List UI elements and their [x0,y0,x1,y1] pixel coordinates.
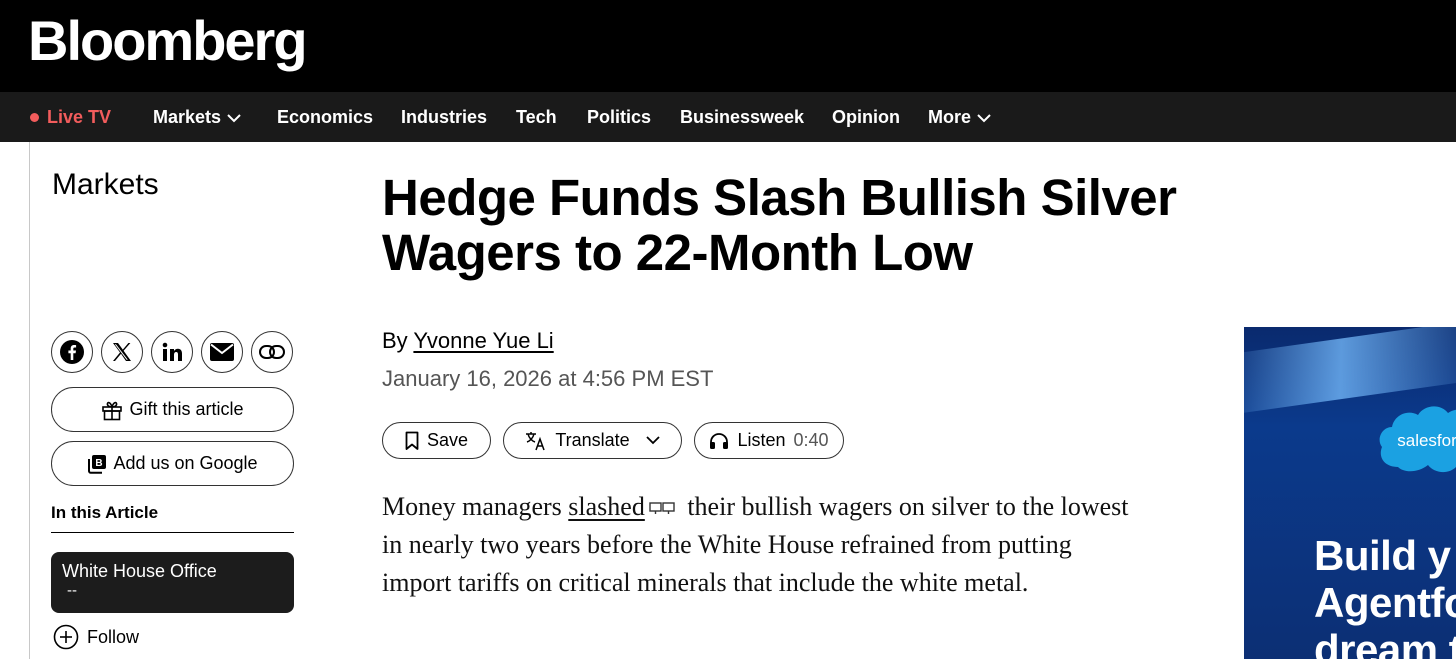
email-share-button[interactable] [201,331,243,373]
share-buttons [51,331,293,373]
headphones-icon [710,432,729,449]
salesforce-logo: salesforce [1379,406,1456,472]
brand-bar: Bloomberg [0,0,1456,92]
ad-headline: Build y Agentfo dream t [1314,532,1456,659]
listen-button[interactable]: Listen 0:40 [694,422,844,459]
facebook-share-button[interactable] [51,331,93,373]
nav-tech[interactable]: Tech [516,92,557,142]
chevron-down-icon [646,436,660,445]
nav-live-tv[interactable]: Live TV [30,92,111,142]
gift-article-button[interactable]: Gift this article [51,387,294,432]
chevron-down-icon [977,114,991,123]
in-this-article-heading: In this Article [51,503,294,533]
author-link[interactable]: Yvonne Yue Li [413,328,553,353]
nav-opinion[interactable]: Opinion [832,92,900,142]
save-button[interactable]: Save [382,422,491,459]
left-divider [29,142,30,659]
section-label[interactable]: Markets [52,168,159,202]
ticker-card[interactable]: White House Office -- [51,552,294,613]
translate-button[interactable]: Translate [503,422,682,459]
nav-businessweek[interactable]: Businessweek [680,92,804,142]
facebook-icon [60,340,84,364]
ad-brand-text: salesforce [1397,431,1456,450]
nav-more[interactable]: More [928,92,991,142]
ticker-value: -- [67,582,77,599]
live-dot-icon [30,112,39,122]
terminal-link-icon[interactable] [649,500,675,518]
nav-markets[interactable]: Markets [153,92,241,142]
plus-circle-icon [53,624,79,650]
google-news-icon: B [88,454,107,474]
svg-text:B: B [96,458,103,469]
linkedin-icon [162,342,182,361]
byline: By Yvonne Yue Li [382,328,554,353]
translate-icon [526,431,546,450]
follow-button[interactable]: Follow [53,624,139,650]
copy-link-button[interactable] [251,331,293,373]
listen-duration: 0:40 [793,430,829,450]
main-nav: Live TV Markets Economics Industries Tec… [0,92,1456,142]
slashed-link[interactable]: slashed [568,492,645,521]
linkedin-share-button[interactable] [151,331,193,373]
nav-economics[interactable]: Economics [277,92,373,142]
email-icon [210,343,234,361]
article-body-paragraph: Money managers slashed their bullish wag… [382,492,1129,597]
bloomberg-logo[interactable]: Bloomberg [28,8,308,74]
publish-date: January 16, 2026 at 4:56 PM EST [382,366,714,391]
x-share-button[interactable] [101,331,143,373]
ticker-name: White House Office [62,561,217,581]
chevron-down-icon [227,114,241,123]
nav-industries[interactable]: Industries [401,92,487,142]
x-icon [113,343,131,361]
gift-icon [102,401,123,420]
advertisement[interactable]: salesforce Build y Agentfo dream t [1244,327,1456,659]
article-headline: Hedge Funds Slash Bullish Silver Wagers … [382,169,1177,281]
link-icon [259,345,285,359]
bookmark-icon [405,431,419,450]
add-to-google-button[interactable]: B Add us on Google [51,441,294,486]
nav-politics[interactable]: Politics [587,92,651,142]
